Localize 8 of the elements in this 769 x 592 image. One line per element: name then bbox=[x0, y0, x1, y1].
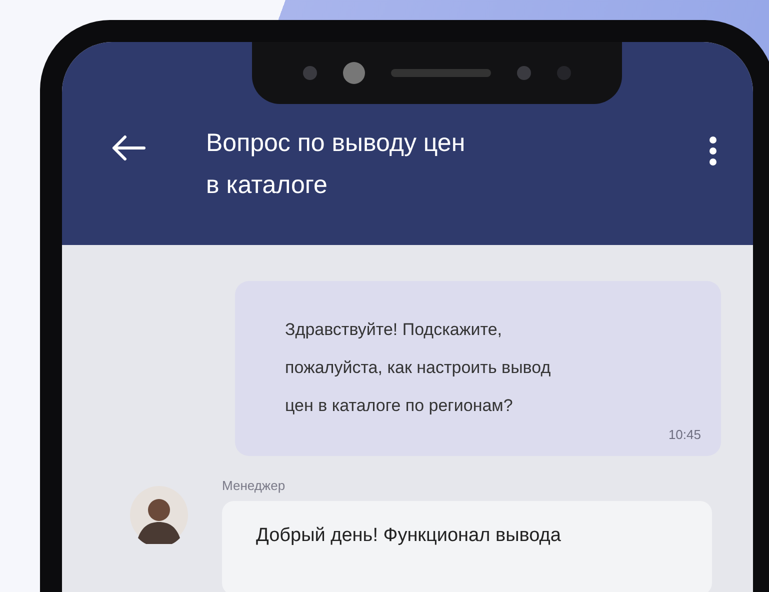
sender-name: Менеджер bbox=[222, 478, 286, 493]
message-time: 10:45 bbox=[667, 427, 701, 442]
chat-title: Вопрос по выводу цен в каталоге bbox=[206, 128, 466, 201]
avatar-icon bbox=[130, 486, 188, 544]
message-text: Здравствуйте! Подскажите, пожалуйста, как настроить вывод цен в каталоге по регионам? bbox=[285, 319, 552, 417]
message-text: Добрый день! Функционал вывода bbox=[256, 524, 562, 548]
menu-icon[interactable] bbox=[709, 136, 717, 166]
back-arrow-icon[interactable] bbox=[110, 134, 146, 162]
